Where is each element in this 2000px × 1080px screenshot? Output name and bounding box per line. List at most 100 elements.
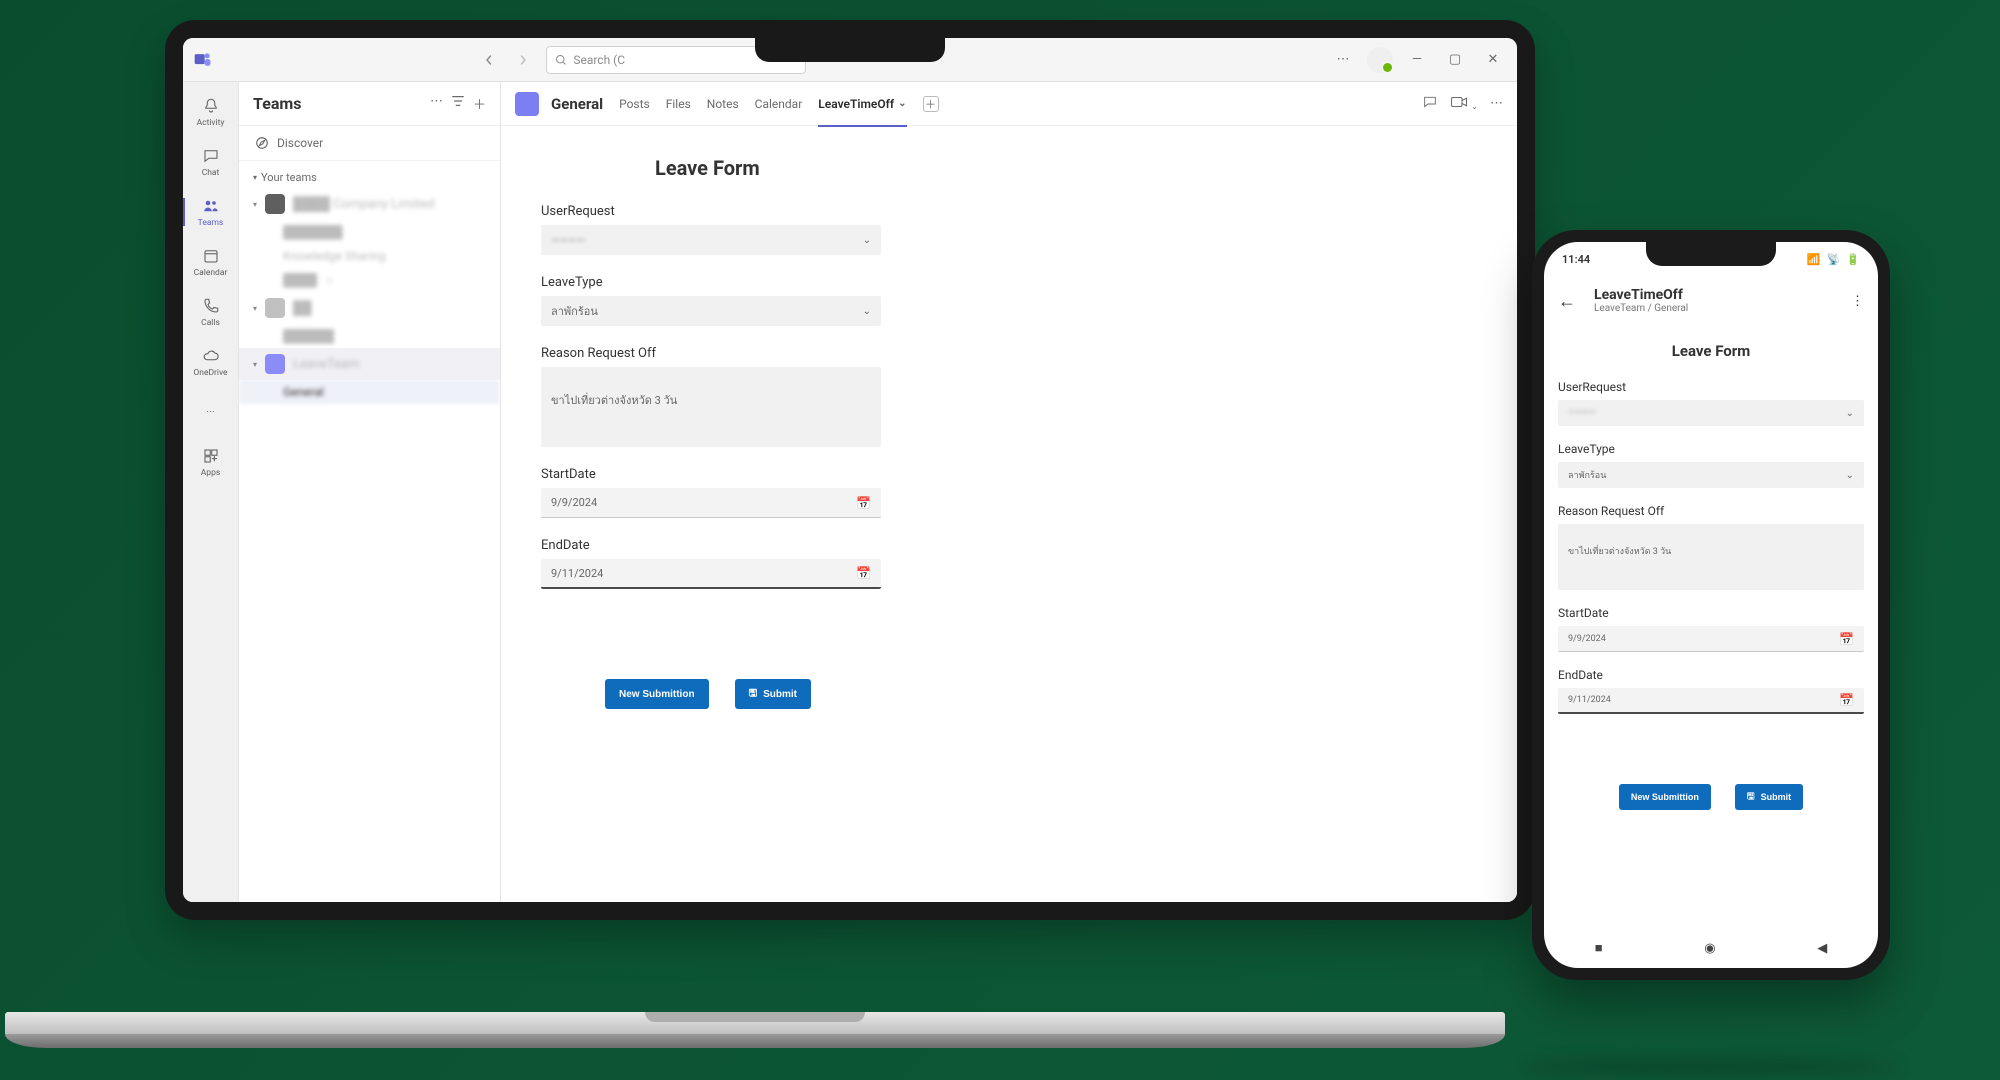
- submit-button[interactable]: 🖫 Submit: [1735, 784, 1803, 810]
- team-item[interactable]: ▾ ██: [239, 292, 500, 324]
- channel-item-general[interactable]: General: [239, 380, 500, 404]
- rail-label: Chat: [202, 168, 220, 178]
- rail-label: Calls: [201, 318, 220, 328]
- battery-icon: 🔋: [1846, 253, 1860, 266]
- rail-activity[interactable]: Activity: [183, 88, 238, 136]
- enddate-label: EndDate: [1558, 668, 1864, 682]
- more-icon[interactable]: ⋮: [1851, 294, 1864, 309]
- team-avatar: [265, 194, 285, 214]
- channel-item[interactable]: Knowledge Sharing: [239, 244, 500, 268]
- back-button[interactable]: ←: [1558, 291, 1576, 312]
- submit-button[interactable]: 🖫 Submit: [735, 679, 811, 709]
- team-name: ██: [293, 300, 311, 316]
- reason-textarea[interactable]: ขาไปเที่ยวต่างจังหวัด 3 วัน: [541, 367, 881, 447]
- field-startdate: StartDate 9/9/2024 📅: [1558, 606, 1864, 652]
- signal-icon: 📶: [1807, 253, 1821, 266]
- form-title: Leave Form: [655, 156, 1477, 180]
- chat-icon[interactable]: [1422, 94, 1438, 114]
- add-tab-button[interactable]: ＋: [923, 82, 939, 126]
- rail-teams[interactable]: Teams: [183, 188, 238, 236]
- phone-frame: 11:44 📶 📡 🔋 ← LeaveTimeOff LeaveTeam / G…: [1532, 230, 1890, 980]
- calendar-icon: 📅: [1839, 693, 1854, 707]
- chevron-down-icon: ⌄: [863, 306, 871, 317]
- android-recents-button[interactable]: ■: [1595, 940, 1603, 956]
- form-title: Leave Form: [1558, 342, 1864, 360]
- calendar-icon: 📅: [1839, 632, 1854, 646]
- rail-onedrive[interactable]: OneDrive: [183, 338, 238, 386]
- rail-calls[interactable]: Calls: [183, 288, 238, 336]
- android-home-button[interactable]: ◉: [1704, 941, 1715, 956]
- team-name: LeaveTeam: [293, 357, 359, 372]
- team-item[interactable]: ▾ LeaveTeam: [239, 348, 500, 380]
- rail-label: Teams: [198, 218, 224, 228]
- discover-row[interactable]: Discover: [239, 126, 500, 161]
- new-submission-button[interactable]: New Submittion: [605, 679, 709, 709]
- tab-notes[interactable]: Notes: [707, 82, 739, 126]
- ellipsis-icon[interactable]: ⋯: [430, 94, 443, 113]
- rail-more[interactable]: ⋯: [183, 388, 238, 436]
- rail-apps[interactable]: Apps: [183, 438, 238, 486]
- startdate-input[interactable]: 9/9/2024 📅: [541, 488, 881, 518]
- tab-files[interactable]: Files: [666, 82, 691, 126]
- userrequest-select[interactable]: ———— ⌄: [1558, 400, 1864, 426]
- chevron-down-icon: ⌄: [1846, 470, 1854, 481]
- search-icon: [555, 54, 567, 66]
- search-placeholder: Search (C: [573, 53, 625, 67]
- avatar[interactable]: [1367, 47, 1393, 73]
- rail-calendar[interactable]: Calendar: [183, 238, 238, 286]
- channel-item[interactable]: ███████: [239, 220, 500, 244]
- teams-icon: [201, 196, 221, 216]
- channel-avatar: [515, 92, 539, 116]
- reason-textarea[interactable]: ขาไปเที่ยวต่างจังหวัด 3 วัน: [1558, 524, 1864, 590]
- calendar-icon: 📅: [856, 566, 871, 580]
- panel-header-actions: ⋯ ＋: [430, 94, 486, 113]
- new-submission-button[interactable]: New Submittion: [1619, 784, 1711, 810]
- filter-icon[interactable]: [451, 94, 465, 113]
- tab-posts[interactable]: Posts: [619, 82, 650, 126]
- enddate-label: EndDate: [541, 538, 881, 553]
- rail-chat[interactable]: Chat: [183, 138, 238, 186]
- android-back-button[interactable]: ◀: [1817, 941, 1827, 956]
- ellipsis-icon[interactable]: ⋯: [1490, 96, 1503, 111]
- phone-app-title: LeaveTimeOff: [1594, 288, 1688, 303]
- tab-leavetimeoff[interactable]: LeaveTimeOff ⌄: [818, 82, 906, 126]
- tabs: Posts Files Notes Calendar LeaveTimeOff …: [619, 82, 938, 126]
- calls-icon: [201, 296, 221, 316]
- reason-label: Reason Request Off: [541, 346, 881, 361]
- ellipsis-icon[interactable]: ⋯: [1329, 46, 1357, 74]
- team-item[interactable]: ▾ ████ Company Limited: [239, 188, 500, 220]
- close-button[interactable]: ✕: [1479, 46, 1507, 74]
- laptop-screen-bezel: Search (C ⋯ — ▢ ✕ Activity: [165, 20, 1535, 920]
- meet-button[interactable]: ⌄: [1450, 95, 1478, 113]
- enddate-input[interactable]: 9/11/2024 📅: [541, 559, 881, 589]
- channel-item[interactable]: ████ · ○: [239, 268, 500, 292]
- maximize-button[interactable]: ▢: [1441, 46, 1469, 74]
- startdate-input[interactable]: 9/9/2024 📅: [1558, 626, 1864, 652]
- rail-label: Calendar: [194, 268, 228, 278]
- phone-shadow: [1520, 1060, 1900, 1074]
- enddate-input[interactable]: 9/11/2024 📅: [1558, 688, 1864, 714]
- tab-calendar[interactable]: Calendar: [755, 82, 803, 126]
- leavetype-select[interactable]: ลาพักร้อน ⌄: [1558, 462, 1864, 488]
- reason-value: ขาไปเที่ยวต่างจังหวัด 3 วัน: [1568, 544, 1671, 558]
- phone-navbar: ← LeaveTimeOff LeaveTeam / General ⋮: [1544, 276, 1878, 326]
- chat-icon: [201, 146, 221, 166]
- teams-panel: Teams ⋯ ＋ Discover ▾ Your teams: [239, 82, 501, 902]
- field-leavetype: LeaveType ลาพักร้อน ⌄: [1558, 442, 1864, 488]
- add-team-button[interactable]: ＋: [473, 94, 486, 113]
- field-userrequest: UserRequest ———— ⌄: [541, 204, 881, 255]
- channel-item[interactable]: ██████: [239, 324, 500, 348]
- minimize-button[interactable]: —: [1403, 46, 1431, 74]
- android-nav-bar: ■ ◉ ◀: [1544, 928, 1878, 968]
- team-avatar: [265, 298, 285, 318]
- userrequest-select[interactable]: ———— ⌄: [541, 225, 881, 255]
- phone-notch: [1646, 242, 1776, 266]
- stage-header-actions: ⌄ ⋯: [1422, 94, 1503, 114]
- leavetype-select[interactable]: ลาพักร้อน ⌄: [541, 296, 881, 326]
- startdate-label: StartDate: [541, 467, 881, 482]
- nav-forward-button[interactable]: [512, 49, 534, 71]
- userrequest-value: ————: [1568, 408, 1596, 418]
- leavetype-label: LeaveType: [1558, 442, 1864, 456]
- team-name: ████ Company Limited: [293, 196, 434, 212]
- nav-back-button[interactable]: [478, 49, 500, 71]
